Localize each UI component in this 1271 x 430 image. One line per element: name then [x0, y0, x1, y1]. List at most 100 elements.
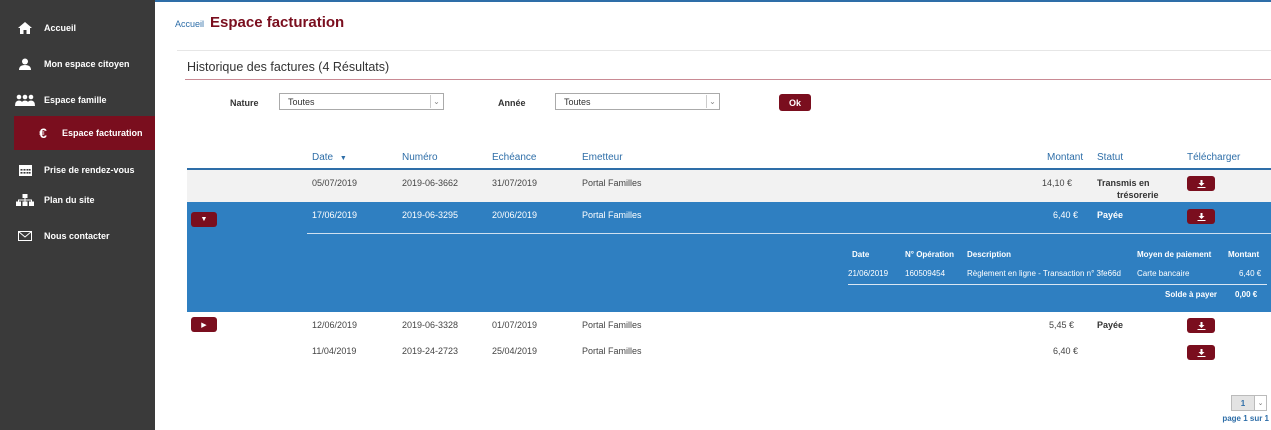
sitemap-icon — [14, 194, 36, 206]
nature-label: Nature — [230, 98, 259, 108]
detail-header-montant: Montant — [1228, 250, 1260, 259]
sidebar-item-label: Accueil — [44, 23, 77, 33]
sidebar-item-mon-espace-citoyen[interactable]: Mon espace citoyen — [0, 46, 155, 82]
cell-numero: 2019-06-3662 — [402, 178, 459, 188]
cell-montant: 14,10 € — [1042, 178, 1073, 188]
detail-total-divider — [848, 284, 1267, 285]
cell-montant: 6,40 € — [1053, 346, 1079, 356]
collapse-row-button[interactable]: ▼ — [191, 212, 217, 227]
cell-montant: 5,45 € — [1049, 320, 1075, 330]
annee-label: Année — [498, 98, 526, 108]
download-button[interactable] — [1187, 209, 1215, 224]
euro-icon: € — [39, 125, 47, 141]
annee-select-value: Toutes — [564, 97, 591, 107]
table-row: ▶ 12/06/2019 2019-06-3328 01/07/2019 Por… — [187, 312, 1271, 338]
download-button[interactable] — [1187, 176, 1215, 191]
cell-emetteur: Portal Familles — [582, 320, 642, 330]
cell-date: 11/04/2019 — [312, 346, 357, 356]
user-icon — [14, 58, 36, 70]
column-header-date[interactable]: Date ▼ — [312, 152, 347, 163]
page-select-value: 1 — [1240, 398, 1246, 408]
download-icon — [1197, 212, 1205, 221]
expand-row-button[interactable]: ▶ — [191, 317, 217, 332]
detail-date: 21/06/2019 — [848, 269, 889, 278]
chevron-down-icon: ⌄ — [1254, 396, 1266, 410]
caret-right-icon: ▶ — [201, 321, 207, 329]
detail-moyen: Carte bancaire — [1137, 269, 1190, 278]
cell-emetteur: Portal Familles — [582, 178, 642, 188]
detail-operation: 160509454 — [905, 269, 946, 278]
nature-select[interactable]: Toutes ⌄ — [279, 93, 444, 110]
column-header-numero: Numéro — [402, 152, 438, 163]
page-select[interactable]: 1 ⌄ — [1231, 395, 1267, 411]
filter-bar: Nature Toutes ⌄ Année Toutes ⌄ Ok — [177, 93, 1271, 113]
nature-select-value: Toutes — [288, 97, 315, 107]
chevron-down-icon: ⌄ — [430, 95, 442, 108]
breadcrumb-home-link[interactable]: Accueil — [175, 19, 204, 29]
cell-echeance: 25/04/2019 — [492, 346, 538, 356]
detail-header-description: Description — [967, 250, 1012, 259]
sidebar-item-nous-contacter[interactable]: Nous contacter — [0, 218, 155, 254]
breadcrumb: Accueil Espace facturation — [175, 14, 344, 31]
caret-down-icon: ▼ — [200, 216, 208, 223]
status-text: Payée — [1097, 210, 1124, 220]
cell-montant: 6,40 € — [1053, 210, 1079, 220]
annee-select[interactable]: Toutes ⌄ — [555, 93, 720, 110]
sidebar: Accueil Mon espace citoyen Espace famill… — [0, 0, 155, 430]
calendar-icon — [14, 164, 36, 176]
download-icon — [1197, 179, 1205, 188]
envelope-icon — [14, 231, 36, 241]
column-header-echeance: Echéance — [492, 152, 537, 163]
status-text: Transmis en — [1097, 178, 1150, 188]
panel-divider — [185, 79, 1271, 80]
cell-date: 05/07/2019 — [312, 178, 358, 188]
detail-montant: 6,40 € — [1239, 269, 1262, 278]
sidebar-item-label: Espace famille — [44, 95, 107, 105]
sidebar-item-label: Plan du site — [44, 195, 95, 205]
cell-numero: 2019-06-3328 — [402, 320, 459, 330]
payment-detail-panel: Date N° Opération Description Moyen de p… — [187, 232, 1271, 312]
column-header-statut: Statut — [1097, 152, 1124, 163]
status-text-line2: trésorerie — [1117, 190, 1159, 200]
cell-echeance: 01/07/2019 — [492, 320, 538, 330]
column-header-emetteur: Emetteur — [582, 152, 623, 163]
solde-value: 0,00 € — [1235, 290, 1258, 299]
download-button[interactable] — [1187, 345, 1215, 360]
status-text: Payée — [1097, 320, 1124, 330]
solde-label: Solde à payer — [1165, 290, 1218, 299]
panel-title: Historique des factures (4 Résultats) — [187, 60, 390, 74]
pagination-info: page 1 sur 1 — [1222, 414, 1269, 423]
sidebar-item-label: Prise de rendez-vous — [44, 165, 135, 175]
sidebar-item-espace-famille[interactable]: Espace famille — [0, 82, 155, 118]
download-icon — [1197, 321, 1205, 330]
home-icon — [14, 22, 36, 34]
sidebar-item-accueil[interactable]: Accueil — [0, 10, 155, 46]
page-title: Espace facturation — [210, 14, 345, 31]
download-button[interactable] — [1187, 318, 1215, 333]
sidebar-item-label: Mon espace citoyen — [44, 59, 130, 69]
cell-echeance: 31/07/2019 — [492, 178, 538, 188]
detail-description: Règlement en ligne - Transaction n° 3fe6… — [967, 269, 1121, 278]
family-icon — [14, 94, 36, 106]
column-header-montant: Montant — [1047, 152, 1084, 163]
detail-divider — [307, 233, 1271, 234]
cell-date: 12/06/2019 — [312, 320, 358, 330]
detail-header-moyen: Moyen de paiement — [1137, 250, 1212, 259]
top-accent-line — [155, 0, 1271, 2]
table-row: 05/07/2019 2019-06-3662 31/07/2019 Porta… — [187, 170, 1271, 202]
detail-header-operation: N° Opération — [905, 250, 954, 259]
detail-header-date: Date — [852, 250, 870, 259]
sidebar-item-label: Espace facturation — [62, 128, 143, 138]
cell-numero: 2019-24-2723 — [402, 346, 459, 356]
cell-echeance: 20/06/2019 — [492, 210, 538, 220]
sidebar-item-label: Nous contacter — [44, 231, 110, 241]
column-header-telecharger: Télécharger — [1187, 152, 1241, 163]
sort-desc-icon: ▼ — [339, 155, 347, 162]
cell-emetteur: Portal Familles — [582, 346, 642, 356]
cell-date: 17/06/2019 — [312, 210, 358, 220]
sidebar-item-plan-du-site[interactable]: Plan du site — [0, 182, 155, 218]
sidebar-item-espace-facturation[interactable]: € Espace facturation — [14, 116, 155, 150]
table-row: 11/04/2019 2019-24-2723 25/04/2019 Porta… — [187, 338, 1271, 366]
cell-numero: 2019-06-3295 — [402, 210, 459, 220]
ok-button[interactable]: Ok — [779, 94, 811, 111]
